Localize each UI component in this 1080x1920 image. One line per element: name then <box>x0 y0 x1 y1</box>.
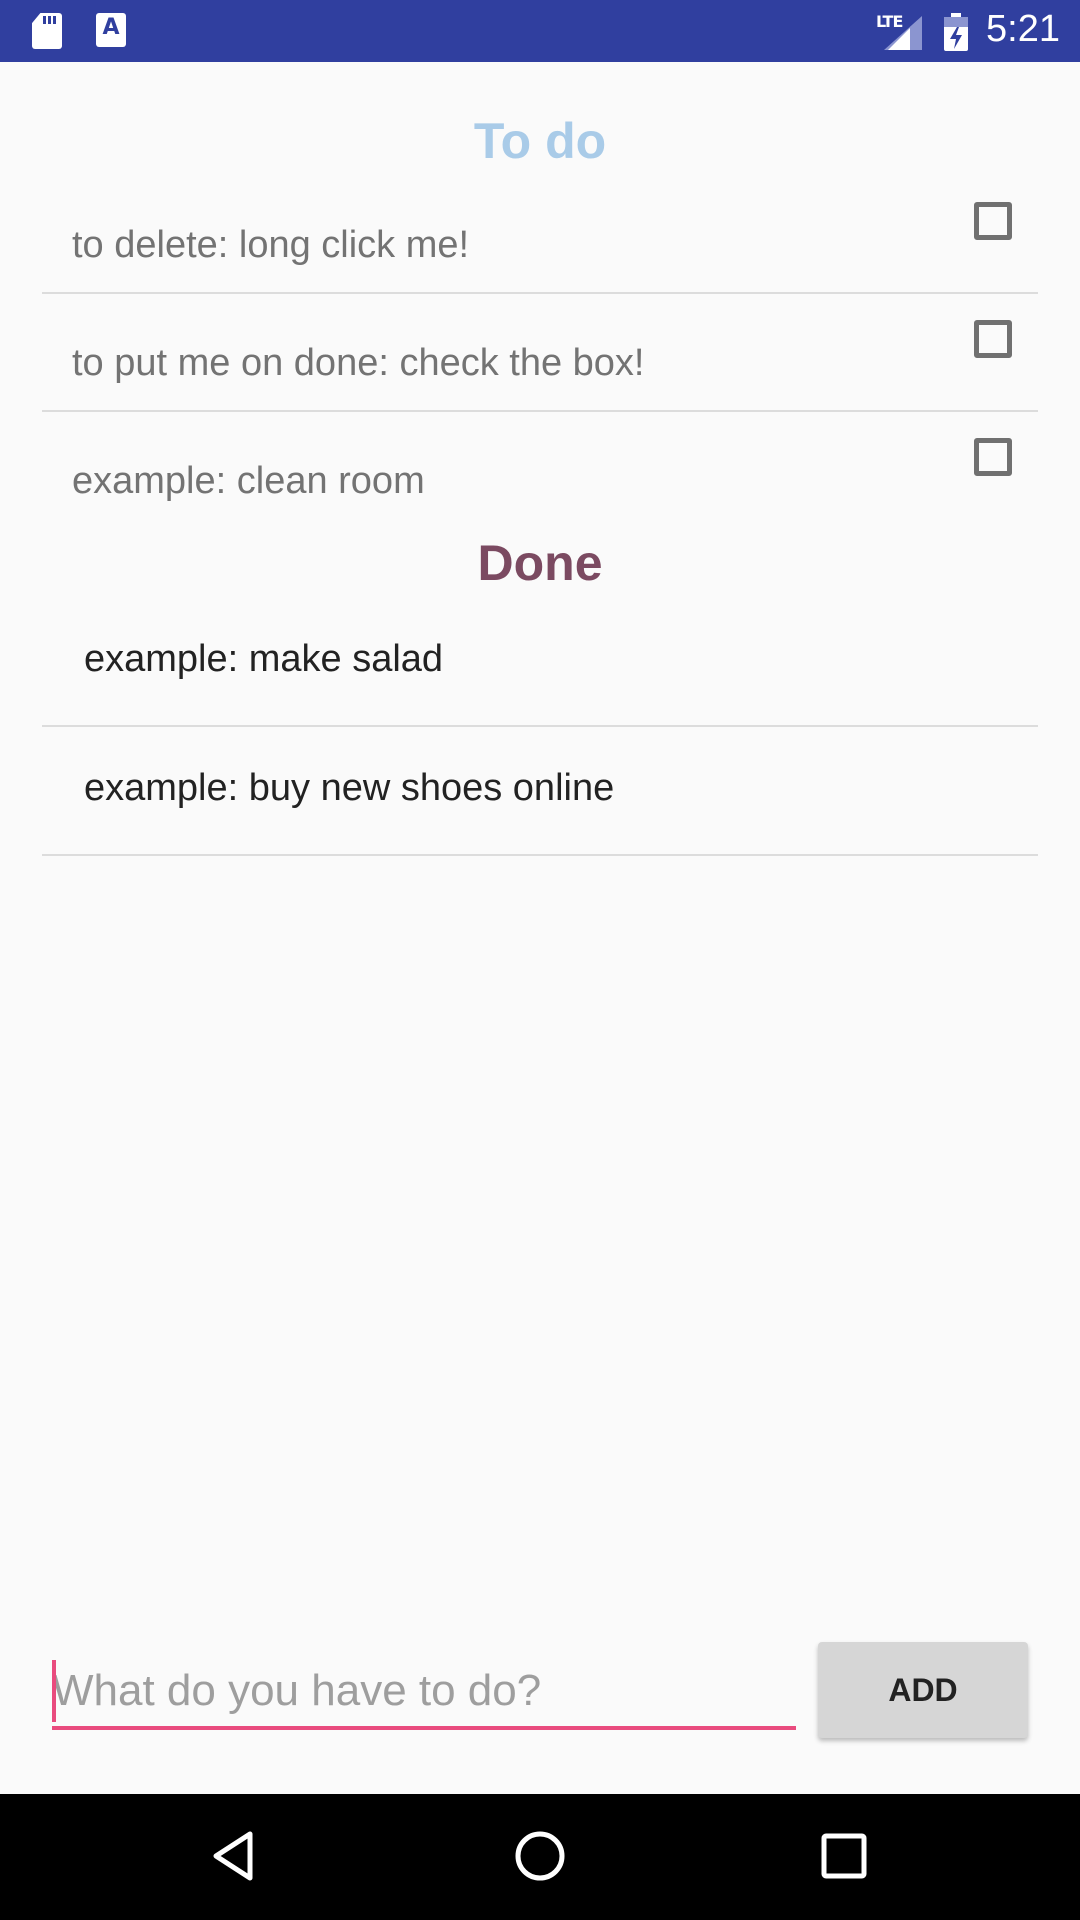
todo-item-text: to put me on done: check the box! <box>72 342 645 384</box>
recents-icon[interactable] <box>814 1826 874 1886</box>
battery-charging-icon <box>944 13 968 51</box>
todo-item-text: to delete: long click me! <box>72 224 470 266</box>
todo-item-checkbox[interactable] <box>974 320 1012 358</box>
home-icon[interactable] <box>510 1826 570 1886</box>
done-item[interactable]: example: buy new shoes online <box>42 727 1038 856</box>
todo-section-title: To do <box>473 113 607 169</box>
status-bar: A LTE 5:21 <box>0 0 1080 62</box>
todo-item-checkbox[interactable] <box>974 202 1012 240</box>
navigation-bar <box>0 1794 1080 1920</box>
screen: A LTE 5:21 To do to delete: long click m… <box>0 0 1080 1920</box>
todo-item-checkbox[interactable] <box>974 438 1012 476</box>
clock: 5:21 <box>986 8 1060 50</box>
done-item-text: example: buy new shoes online <box>84 767 615 809</box>
done-item-text: example: make salad <box>84 638 444 680</box>
todo-item[interactable]: to delete: long click me! <box>42 174 1038 294</box>
task-input[interactable] <box>52 1656 796 1730</box>
todo-item-text: example: clean room <box>72 460 425 502</box>
a-icon: A <box>96 13 126 47</box>
done-item[interactable]: example: make salad <box>42 598 1038 727</box>
add-button[interactable]: ADD <box>818 1642 1028 1738</box>
todo-item[interactable]: example: clean room <box>42 410 1038 528</box>
signal-icon <box>884 16 922 50</box>
todo-item[interactable]: to put me on done: check the box! <box>42 292 1038 412</box>
done-section-title: Done <box>477 535 603 591</box>
sd-card-icon <box>32 13 62 49</box>
back-icon[interactable] <box>206 1826 266 1886</box>
text-cursor <box>52 1660 56 1722</box>
